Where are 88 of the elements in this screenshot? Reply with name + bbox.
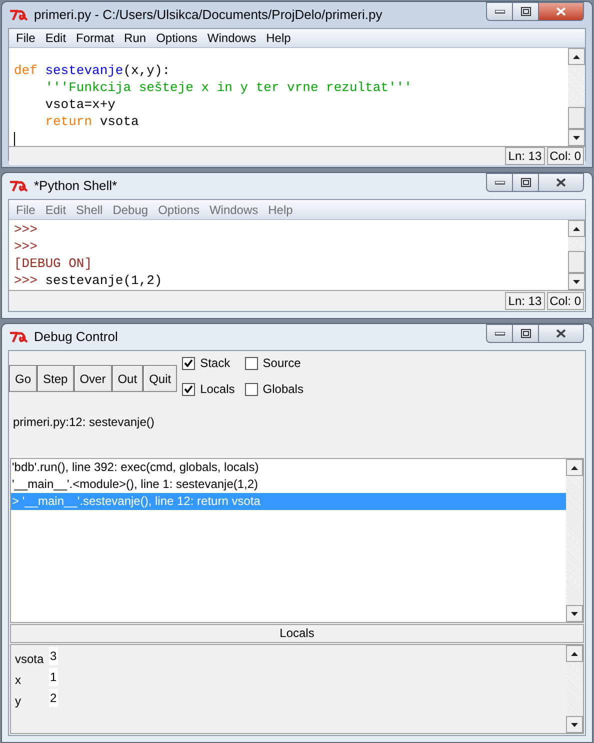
variable-name: vsota bbox=[15, 651, 45, 668]
code-line: [DEBUG ON] bbox=[14, 255, 92, 272]
checkbox-label: Locals bbox=[200, 381, 235, 398]
line-number: Ln: 13 bbox=[505, 147, 545, 165]
menu-item[interactable]: Help bbox=[261, 29, 296, 47]
stack-row[interactable]: '__main__'.<module>(), line 1: sestevanje(1,2) bbox=[11, 476, 566, 493]
text-cursor bbox=[14, 132, 15, 146]
menu-item[interactable]: File bbox=[11, 29, 40, 47]
up-arrow-icon bbox=[573, 54, 580, 58]
minimize-button[interactable] bbox=[486, 324, 513, 343]
menu-item[interactable]: Windows bbox=[204, 200, 264, 218]
close-icon bbox=[556, 7, 566, 16]
menu-item[interactable]: Edit bbox=[40, 29, 72, 47]
maximize-button[interactable] bbox=[513, 324, 539, 343]
code-line: vsota=x+y bbox=[44, 96, 116, 113]
maximize-icon bbox=[520, 178, 530, 187]
up-arrow-icon bbox=[573, 226, 580, 230]
column-number: Col: 0 bbox=[546, 147, 584, 165]
minimize-icon bbox=[494, 180, 504, 184]
minimize-icon bbox=[494, 332, 504, 336]
status-text: primeri.py:12: sestevanje() bbox=[13, 414, 156, 431]
maximize-icon bbox=[520, 329, 530, 338]
code-line: >>> bbox=[14, 238, 38, 255]
checkbox[interactable] bbox=[182, 382, 196, 396]
maximize-button[interactable] bbox=[513, 173, 539, 192]
feather-logo-icon bbox=[9, 331, 29, 343]
scrollbar[interactable] bbox=[566, 645, 583, 733]
up-arrow-icon bbox=[571, 466, 578, 470]
code-line: >>> bbox=[14, 221, 38, 238]
code-line: def sestevanje(x,y): bbox=[14, 62, 170, 79]
minimize-icon bbox=[494, 10, 504, 14]
checkbox[interactable] bbox=[182, 356, 196, 370]
menu-item[interactable]: Options bbox=[151, 29, 202, 47]
feather-logo-icon bbox=[9, 9, 29, 21]
window-title: primeri.py - C:/Users/Ulsikca/Documents/ProjDelo/primeri.py bbox=[34, 6, 382, 24]
scrollbar[interactable] bbox=[568, 48, 585, 146]
code-line: '''Funkcija sešteje x in y ter vrne rezultat''' bbox=[44, 79, 412, 96]
code-line: >>> sestevanje(1,2) bbox=[14, 272, 162, 289]
close-button[interactable] bbox=[539, 173, 584, 192]
down-arrow-icon bbox=[571, 722, 578, 726]
checkbox-label: Globals bbox=[262, 381, 304, 398]
window-title: Debug Control bbox=[34, 328, 118, 346]
code-line: return vsota bbox=[44, 113, 139, 130]
down-arrow-icon bbox=[573, 136, 580, 140]
maximize-icon bbox=[520, 7, 530, 16]
menu-item[interactable]: Shell bbox=[71, 200, 108, 218]
menu-item[interactable]: Help bbox=[263, 200, 298, 218]
variable-value: 2 bbox=[49, 689, 58, 707]
down-arrow-icon bbox=[571, 612, 578, 616]
menu-item[interactable]: Format bbox=[71, 29, 120, 47]
window-title: *Python Shell* bbox=[34, 177, 118, 196]
debug-button[interactable]: Step bbox=[37, 365, 74, 392]
debug-button[interactable]: Over bbox=[74, 365, 112, 392]
menu-item[interactable]: Run bbox=[119, 29, 152, 47]
close-button[interactable] bbox=[539, 2, 584, 21]
variable-value: 3 bbox=[49, 647, 58, 665]
line-number: Ln: 13 bbox=[505, 292, 545, 310]
feather-logo-icon bbox=[9, 180, 29, 192]
stack-row[interactable]: 'bdb'.run(), line 392: exec(cmd, globals, locals) bbox=[11, 459, 566, 476]
debug-button[interactable]: Quit bbox=[143, 365, 178, 392]
menu-item[interactable]: File bbox=[11, 200, 40, 218]
checkbox-label: Source bbox=[262, 355, 301, 372]
close-button[interactable] bbox=[539, 324, 584, 343]
menu-item[interactable]: Options bbox=[153, 200, 204, 218]
checkbox-label: Stack bbox=[200, 355, 230, 372]
scrollbar[interactable] bbox=[566, 459, 583, 622]
scrollbar[interactable] bbox=[568, 220, 585, 290]
down-arrow-icon bbox=[573, 280, 580, 284]
close-icon bbox=[556, 329, 566, 338]
variable-name: y bbox=[15, 693, 22, 710]
up-arrow-icon bbox=[571, 652, 578, 656]
minimize-button[interactable] bbox=[486, 2, 513, 21]
variable-name: x bbox=[15, 672, 22, 689]
checkbox[interactable] bbox=[244, 356, 258, 370]
menu-item[interactable]: Debug bbox=[108, 200, 154, 218]
checkbox[interactable] bbox=[244, 382, 258, 396]
scrollbar-thumb[interactable] bbox=[568, 107, 585, 129]
debug-button[interactable]: Go bbox=[9, 365, 38, 392]
column-number: Col: 0 bbox=[546, 292, 584, 310]
variable-value: 1 bbox=[49, 668, 58, 686]
locals-header: Locals bbox=[10, 624, 584, 643]
menu-item[interactable]: Windows bbox=[202, 29, 262, 47]
minimize-button[interactable] bbox=[486, 173, 513, 192]
scrollbar-thumb[interactable] bbox=[568, 251, 585, 273]
menu-item[interactable]: Edit bbox=[40, 200, 72, 218]
maximize-button[interactable] bbox=[513, 2, 539, 21]
close-icon bbox=[556, 178, 566, 187]
debug-button[interactable]: Out bbox=[112, 365, 144, 392]
